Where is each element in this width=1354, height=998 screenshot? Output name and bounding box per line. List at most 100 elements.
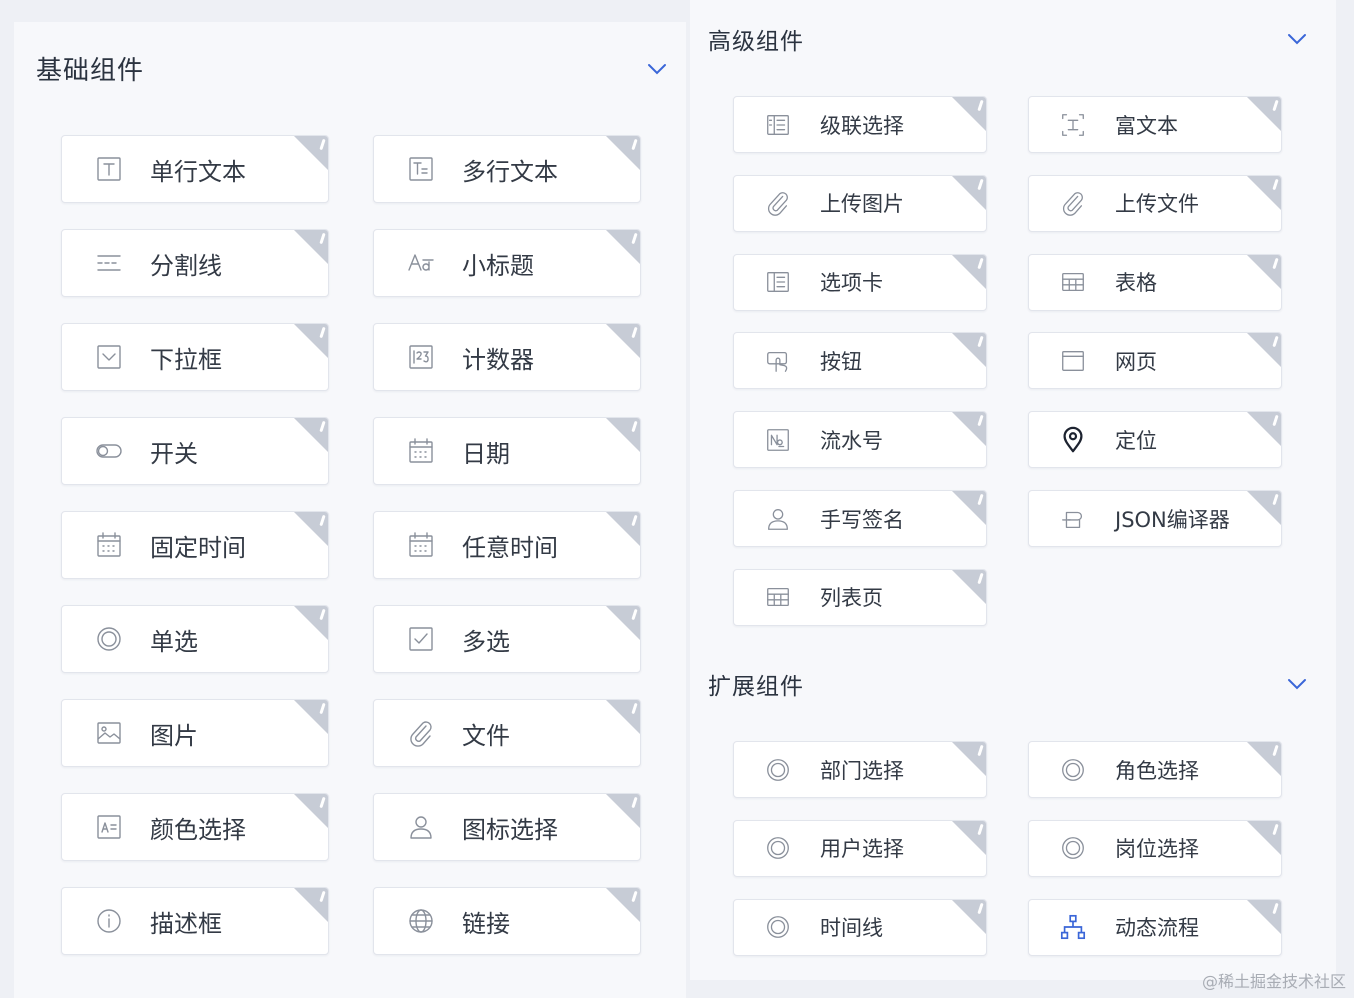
basic-component-card[interactable]: 多行文本 xyxy=(373,135,641,203)
basic-component-card[interactable]: 链接 xyxy=(373,887,641,955)
component-label: 选项卡 xyxy=(820,271,883,296)
component-label: 下拉框 xyxy=(150,345,222,374)
advanced-component-card[interactable]: 上传文件 xyxy=(1028,174,1282,232)
image-icon xyxy=(94,718,124,748)
info-icon xyxy=(94,906,124,936)
basic-component-card[interactable]: 下拉框 xyxy=(61,323,329,391)
calendar-icon xyxy=(94,530,124,560)
extended-component-card[interactable]: 动态流程 xyxy=(1028,898,1282,956)
basic-component-card[interactable]: 单行文本 xyxy=(61,135,329,203)
webpage-icon xyxy=(1059,347,1087,375)
paperclip-icon xyxy=(764,189,792,217)
table-icon xyxy=(1059,268,1087,296)
user-icon xyxy=(406,812,436,842)
extended-section-header[interactable]: 扩展组件 xyxy=(708,667,1308,701)
advanced-component-card[interactable]: 级联选择 xyxy=(733,96,987,153)
component-label: 用户选择 xyxy=(820,837,904,862)
component-label: 流水号 xyxy=(820,428,883,453)
advanced-component-card[interactable]: 网页 xyxy=(1028,332,1282,390)
advanced-component-card[interactable]: 表格 xyxy=(1028,253,1282,311)
calendar-icon xyxy=(406,436,436,466)
component-label: 链接 xyxy=(462,909,510,938)
globe-icon xyxy=(406,906,436,936)
component-label: 表格 xyxy=(1115,271,1157,296)
checkbox-icon xyxy=(406,624,436,654)
rich-text-icon xyxy=(1059,111,1087,139)
radio-icon xyxy=(764,756,792,784)
basic-section-header[interactable]: 基础组件 xyxy=(36,50,668,87)
location-pin-icon xyxy=(1059,426,1087,454)
multi-line-text-icon xyxy=(406,154,436,184)
radio-icon xyxy=(94,624,124,654)
basic-component-card[interactable]: 小标题 xyxy=(373,229,641,297)
component-label: 上传文件 xyxy=(1115,192,1199,217)
basic-component-card[interactable]: 图片 xyxy=(61,699,329,767)
basic-component-card[interactable]: 描述框 xyxy=(61,887,329,955)
extended-component-card[interactable]: 角色选择 xyxy=(1028,741,1282,798)
component-label: 任意时间 xyxy=(462,533,558,562)
component-label: 按钮 xyxy=(820,349,862,374)
flow-chart-icon xyxy=(1059,913,1087,941)
basic-component-card[interactable]: 颜色选择 xyxy=(61,793,329,861)
component-label: 网页 xyxy=(1115,349,1157,374)
basic-component-card[interactable]: 任意时间 xyxy=(373,511,641,579)
user-icon xyxy=(764,505,792,533)
component-label: 日期 xyxy=(462,439,510,468)
switch-icon xyxy=(94,436,124,466)
extended-component-card[interactable]: 部门选择 xyxy=(733,741,987,798)
advanced-component-card[interactable]: JSON编译器 xyxy=(1028,490,1282,547)
advanced-section-header[interactable]: 高级组件 xyxy=(708,22,1308,56)
component-label: 动态流程 xyxy=(1115,916,1199,941)
advanced-component-card[interactable]: 手写签名 xyxy=(733,490,987,547)
advanced-component-card[interactable]: 定位 xyxy=(1028,411,1282,469)
radio-icon xyxy=(764,913,792,941)
component-label: 小标题 xyxy=(462,251,534,280)
advanced-component-card[interactable]: 列表页 xyxy=(733,568,987,626)
basic-component-card[interactable]: 分割线 xyxy=(61,229,329,297)
component-label: 手写签名 xyxy=(820,507,904,532)
subtitle-icon xyxy=(406,248,436,278)
tabs-icon xyxy=(764,268,792,296)
chevron-down-icon[interactable] xyxy=(646,58,668,80)
extended-component-card[interactable]: 岗位选择 xyxy=(1028,819,1282,877)
radio-icon xyxy=(1059,834,1087,862)
component-label: 颜色选择 xyxy=(150,815,246,844)
basic-component-card[interactable]: 图标选择 xyxy=(373,793,641,861)
advanced-section-title: 高级组件 xyxy=(708,29,804,55)
advanced-component-card[interactable]: 按钮 xyxy=(733,332,987,390)
basic-component-card[interactable]: 开关 xyxy=(61,417,329,485)
component-label: 计数器 xyxy=(462,345,534,374)
calendar-icon xyxy=(406,530,436,560)
cascader-icon xyxy=(764,111,792,139)
chevron-down-icon[interactable] xyxy=(1286,673,1308,695)
component-label: 角色选择 xyxy=(1115,758,1199,783)
counter-icon xyxy=(406,342,436,372)
chevron-down-icon[interactable] xyxy=(1286,28,1308,50)
extended-component-card[interactable]: 时间线 xyxy=(733,898,987,956)
basic-section-title: 基础组件 xyxy=(36,56,145,86)
extended-component-card[interactable]: 用户选择 xyxy=(733,819,987,877)
advanced-component-card[interactable]: 流水号 xyxy=(733,411,987,469)
right-components-panel: 高级组件 级联选择 富文本上传图片 上传文件选项卡 表格按钮 网页流水号 定位手写签名 JS… xyxy=(690,0,1336,980)
component-label: 固定时间 xyxy=(150,533,246,562)
color-picker-icon xyxy=(94,812,124,842)
component-label: 列表页 xyxy=(820,586,883,611)
advanced-component-card[interactable]: 选项卡 xyxy=(733,253,987,311)
component-label: 单选 xyxy=(150,627,198,656)
component-label: 上传图片 xyxy=(820,192,904,217)
advanced-component-card[interactable]: 上传图片 xyxy=(733,174,987,232)
component-label: 图标选择 xyxy=(462,815,558,844)
basic-component-card[interactable]: 固定时间 xyxy=(61,511,329,579)
dropdown-icon xyxy=(94,342,124,372)
component-label: 描述框 xyxy=(150,909,222,938)
component-label: 部门选择 xyxy=(820,758,904,783)
component-label: 岗位选择 xyxy=(1115,837,1199,862)
basic-component-card[interactable]: 单选 xyxy=(61,605,329,673)
basic-component-card[interactable]: 计数器 xyxy=(373,323,641,391)
basic-component-card[interactable]: 多选 xyxy=(373,605,641,673)
component-label: 多选 xyxy=(462,627,510,656)
basic-component-card[interactable]: 文件 xyxy=(373,699,641,767)
component-label: 图片 xyxy=(150,721,198,750)
basic-component-card[interactable]: 日期 xyxy=(373,417,641,485)
advanced-component-card[interactable]: 富文本 xyxy=(1028,96,1282,153)
